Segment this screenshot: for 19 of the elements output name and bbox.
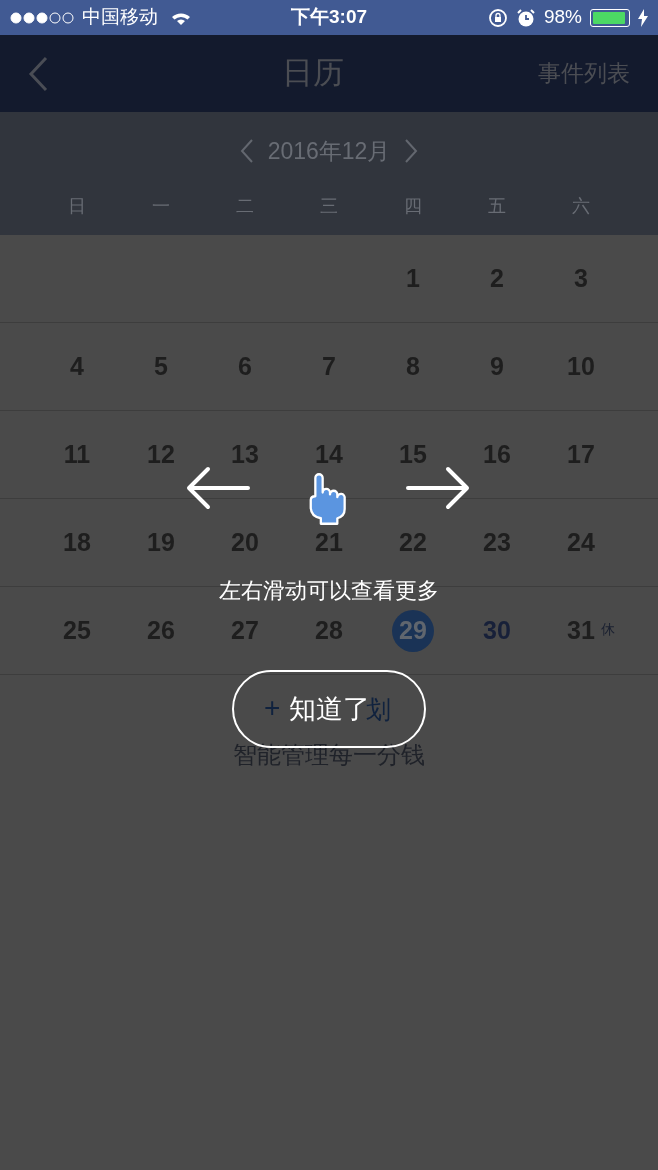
- event-list-link[interactable]: 事件列表: [538, 56, 630, 91]
- battery-icon: [590, 8, 630, 27]
- rotation-lock-icon: [487, 7, 508, 28]
- add-plan-text: 划: [366, 694, 391, 724]
- previous-month-icon[interactable]: [239, 139, 254, 164]
- battery-percent: 98%: [543, 5, 582, 30]
- next-month-icon[interactable]: [404, 139, 419, 164]
- signal-icon: [10, 11, 76, 24]
- page-title: 日历: [281, 54, 344, 93]
- back-icon[interactable]: [28, 55, 48, 92]
- plus-icon: +: [264, 692, 281, 724]
- right-arrow-icon: [404, 466, 470, 510]
- charging-icon: [638, 8, 648, 27]
- status-time: 下午3:07: [291, 5, 367, 30]
- selected-date[interactable]: 29: [392, 609, 434, 652]
- left-arrow-icon: [186, 466, 252, 510]
- carrier: 中国移动: [82, 5, 158, 30]
- alarm-icon: [515, 7, 536, 28]
- swipe-hint: 左右滑动可以查看更多: [219, 577, 439, 605]
